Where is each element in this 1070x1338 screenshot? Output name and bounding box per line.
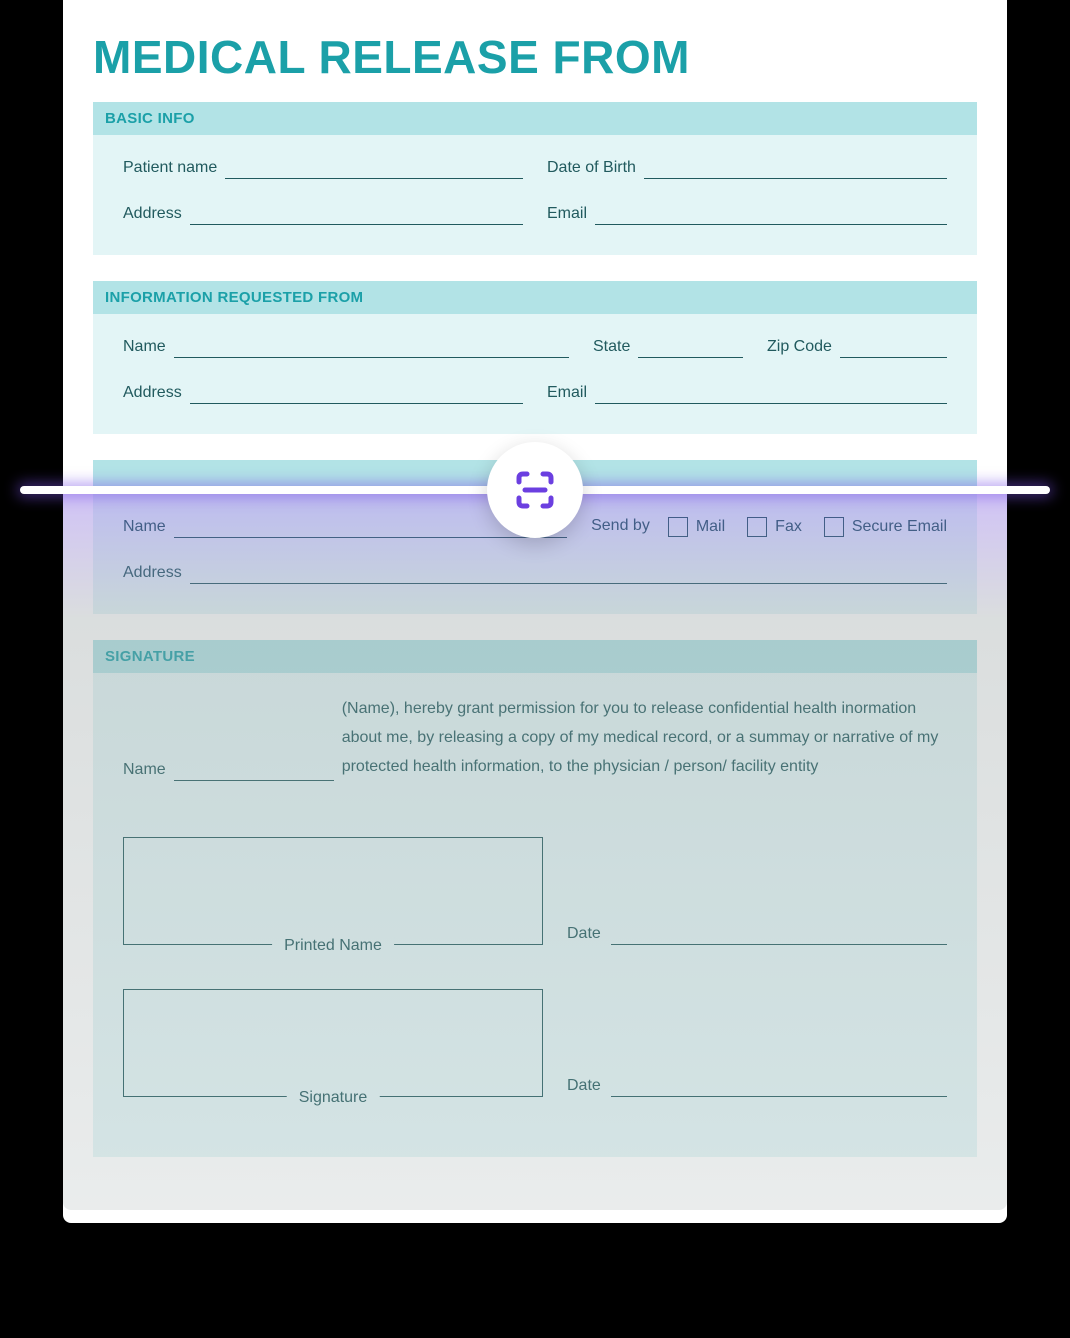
input-date-1[interactable] [611,923,947,945]
page-title: MEDICAL RELEASE FROM [93,30,977,84]
label-send-address: Address [123,564,182,584]
input-req-email[interactable] [595,382,947,404]
checkbox-fax[interactable]: Fax [747,517,802,537]
field-req-email: Email [547,382,947,404]
signature-box-wrap: Signature [123,989,543,1097]
checkbox-box-icon [824,517,844,537]
input-req-state[interactable] [638,336,743,358]
input-req-zip[interactable] [840,336,947,358]
input-date-2[interactable] [611,1075,947,1097]
checkbox-mail[interactable]: Mail [668,517,725,537]
label-mail: Mail [696,518,725,536]
signature-block: Signature Date [123,989,947,1097]
label-sig-name: Name [123,761,166,781]
section-basic-info: BASIC INFO Patient name Date of Birth Ad… [93,102,977,255]
field-dob: Date of Birth [547,157,947,179]
section-requested-from: INFORMATION REQUESTED FROM Name State Zi… [93,281,977,434]
section-header-requested: INFORMATION REQUESTED FROM [93,281,977,314]
field-date-1: Date [567,923,947,945]
printed-name-block: Printed Name Date [123,837,947,945]
label-fax: Fax [775,518,802,536]
field-req-name: Name [123,336,569,358]
label-req-address: Address [123,384,182,404]
label-address: Address [123,205,182,225]
input-req-name[interactable] [174,336,569,358]
field-email: Email [547,203,947,225]
input-send-address[interactable] [190,562,947,584]
section-body-signature: Name (Name), hereby grant permission for… [93,673,977,1157]
label-printed-name: Printed Name [272,937,394,955]
input-printed-name-box[interactable] [123,837,543,945]
label-patient-name: Patient name [123,159,217,179]
checkbox-box-icon [747,517,767,537]
section-body-basic: Patient name Date of Birth Address Email [93,135,977,255]
label-dob: Date of Birth [547,159,636,179]
label-secure-email: Secure Email [852,518,947,536]
label-send-name: Name [123,518,166,538]
label-sendby: Send by [591,517,650,537]
section-signature: SIGNATURE Name (Name), hereby grant perm… [93,640,977,1157]
field-address: Address [123,203,523,225]
label-email: Email [547,205,587,225]
label-req-zip: Zip Code [767,338,832,358]
label-date-1: Date [567,925,601,945]
section-body-requested: Name State Zip Code Address Em [93,314,977,434]
input-dob[interactable] [644,157,947,179]
field-send-address: Address [123,562,947,584]
input-email[interactable] [595,203,947,225]
label-date-2: Date [567,1077,601,1097]
field-req-address: Address [123,382,523,404]
checkbox-box-icon [668,517,688,537]
consent-row: Name (Name), hereby grant permission for… [123,695,947,781]
sendby-options: Send by Mail Fax Secure Email [591,516,947,538]
field-req-zip: Zip Code [767,336,947,358]
form-page: MEDICAL RELEASE FROM BASIC INFO Patient … [63,0,1007,1223]
field-date-2: Date [567,1075,947,1097]
section-header-signature: SIGNATURE [93,640,977,673]
input-patient-name[interactable] [225,157,523,179]
checkbox-secure-email[interactable]: Secure Email [824,517,947,537]
input-signature-box[interactable] [123,989,543,1097]
label-signature: Signature [287,1089,380,1107]
label-req-email: Email [547,384,587,404]
scan-badge [487,442,583,538]
label-req-name: Name [123,338,166,358]
section-header-basic: BASIC INFO [93,102,977,135]
printed-name-box-wrap: Printed Name [123,837,543,945]
scan-icon [511,466,559,514]
field-patient-name: Patient name [123,157,523,179]
label-req-state: State [593,338,630,358]
input-address[interactable] [190,203,523,225]
input-req-address[interactable] [190,382,523,404]
consent-text: (Name), hereby grant permission for you … [342,695,947,781]
field-req-state: State [593,336,743,358]
input-sig-name[interactable] [174,759,334,781]
